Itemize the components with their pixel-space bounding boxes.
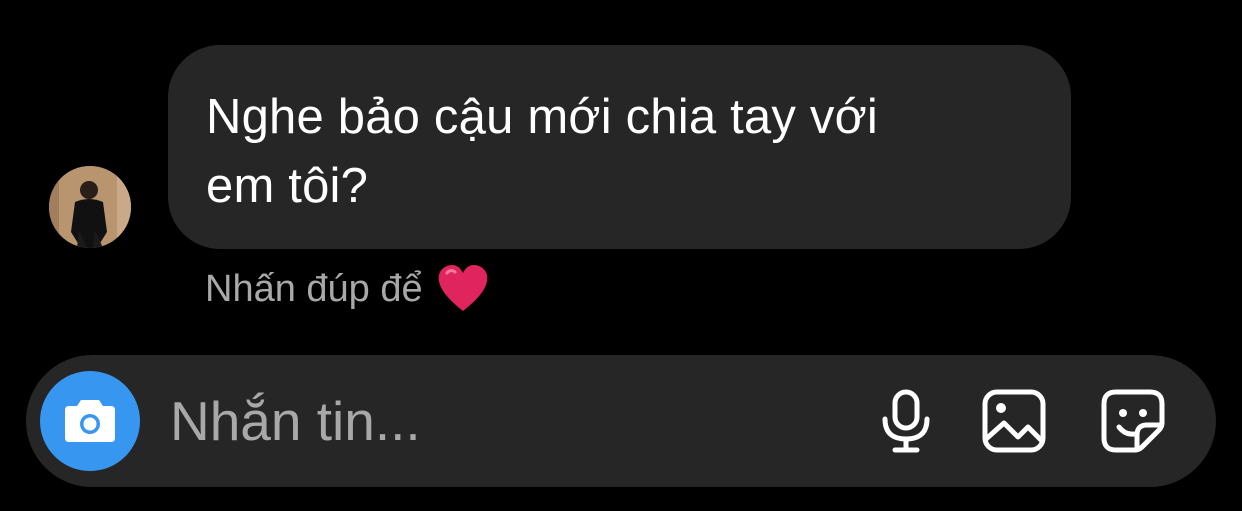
- heart-icon: [437, 265, 489, 313]
- double-tap-hint: Nhấn đúp để: [205, 264, 489, 314]
- camera-icon: [65, 400, 115, 442]
- message-text-line-2: em tôi?: [206, 159, 369, 213]
- message-text: Nghe bảo cậu mới chia tay với em tôi?: [206, 83, 1031, 221]
- camera-button[interactable]: [40, 371, 140, 471]
- microphone-button[interactable]: [874, 389, 938, 453]
- sender-avatar[interactable]: [49, 166, 131, 248]
- microphone-icon: [882, 389, 930, 453]
- sticker-icon: [1101, 389, 1165, 453]
- gallery-icon: [982, 389, 1046, 453]
- double-tap-hint-text: Nhấn đúp để: [205, 268, 423, 310]
- message-input[interactable]: [170, 388, 820, 454]
- received-message-bubble[interactable]: Nghe bảo cậu mới chia tay với em tôi?: [168, 45, 1071, 249]
- message-text-line-1: Nghe bảo cậu mới chia tay với: [206, 90, 878, 144]
- message-composer: [26, 355, 1216, 487]
- gallery-button[interactable]: [982, 389, 1046, 453]
- sticker-button[interactable]: [1101, 389, 1165, 453]
